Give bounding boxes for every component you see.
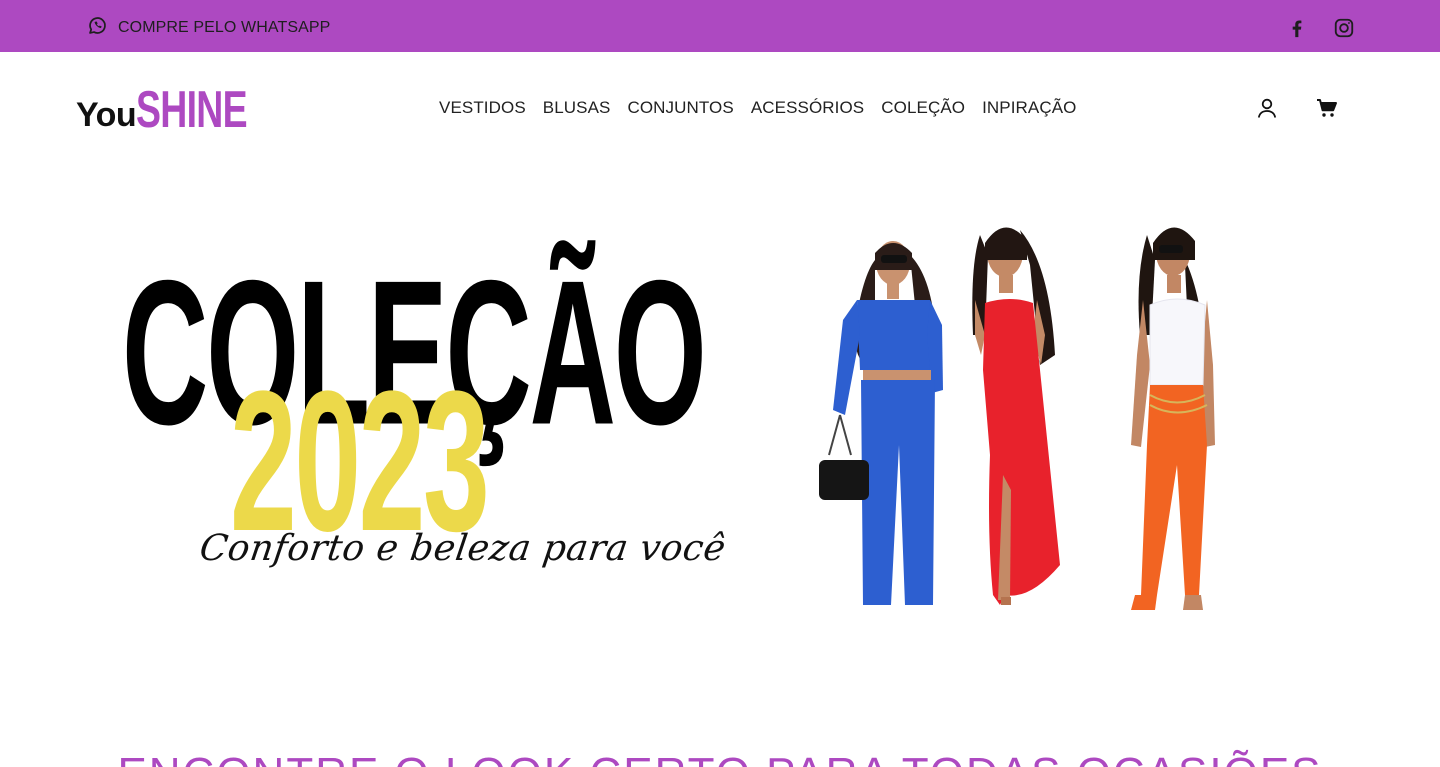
nav-item-conjuntos[interactable]: CONJUNTOS	[627, 98, 733, 118]
instagram-icon[interactable]	[1332, 16, 1356, 40]
nav-item-acessorios[interactable]: ACESSÓRIOS	[751, 98, 864, 118]
whatsapp-link[interactable]: COMPRE PELO WHATSAPP	[87, 15, 331, 41]
hero-banner-text: COLEÇÃO 2023 Conforto e beleza para você	[118, 250, 728, 590]
whatsapp-icon	[87, 15, 108, 41]
section-heading: ENCONTRE O LOOK CERTO PARA TODAS OCASIÕE…	[0, 752, 1440, 767]
hero-models-image	[805, 205, 1275, 615]
nav-item-colecao[interactable]: COLEÇÃO	[881, 98, 965, 118]
logo[interactable]: You SHINE	[76, 81, 290, 140]
nav-item-inspiracao[interactable]: INPIRAÇÃO	[982, 98, 1076, 118]
top-bar: COMPRE PELO WHATSAPP	[0, 0, 1440, 52]
nav-item-vestidos[interactable]: VESTIDOS	[439, 98, 526, 118]
facebook-icon[interactable]	[1285, 16, 1309, 40]
nav-item-blusas[interactable]: BLUSAS	[543, 98, 611, 118]
model-orange-outfit	[1131, 227, 1215, 610]
model-red-outfit	[972, 227, 1060, 605]
whatsapp-label: COMPRE PELO WHATSAPP	[118, 19, 331, 36]
hero-tagline: Conforto e beleza para você	[197, 528, 729, 569]
user-icon[interactable]	[1255, 96, 1279, 120]
model-blue-outfit	[819, 241, 943, 605]
cart-icon[interactable]	[1315, 96, 1339, 120]
logo-shine-text: SHINE	[136, 81, 248, 140]
main-nav: VESTIDOS BLUSAS CONJUNTOS ACESSÓRIOS COL…	[439, 98, 1077, 118]
logo-you-text: You	[76, 96, 137, 134]
